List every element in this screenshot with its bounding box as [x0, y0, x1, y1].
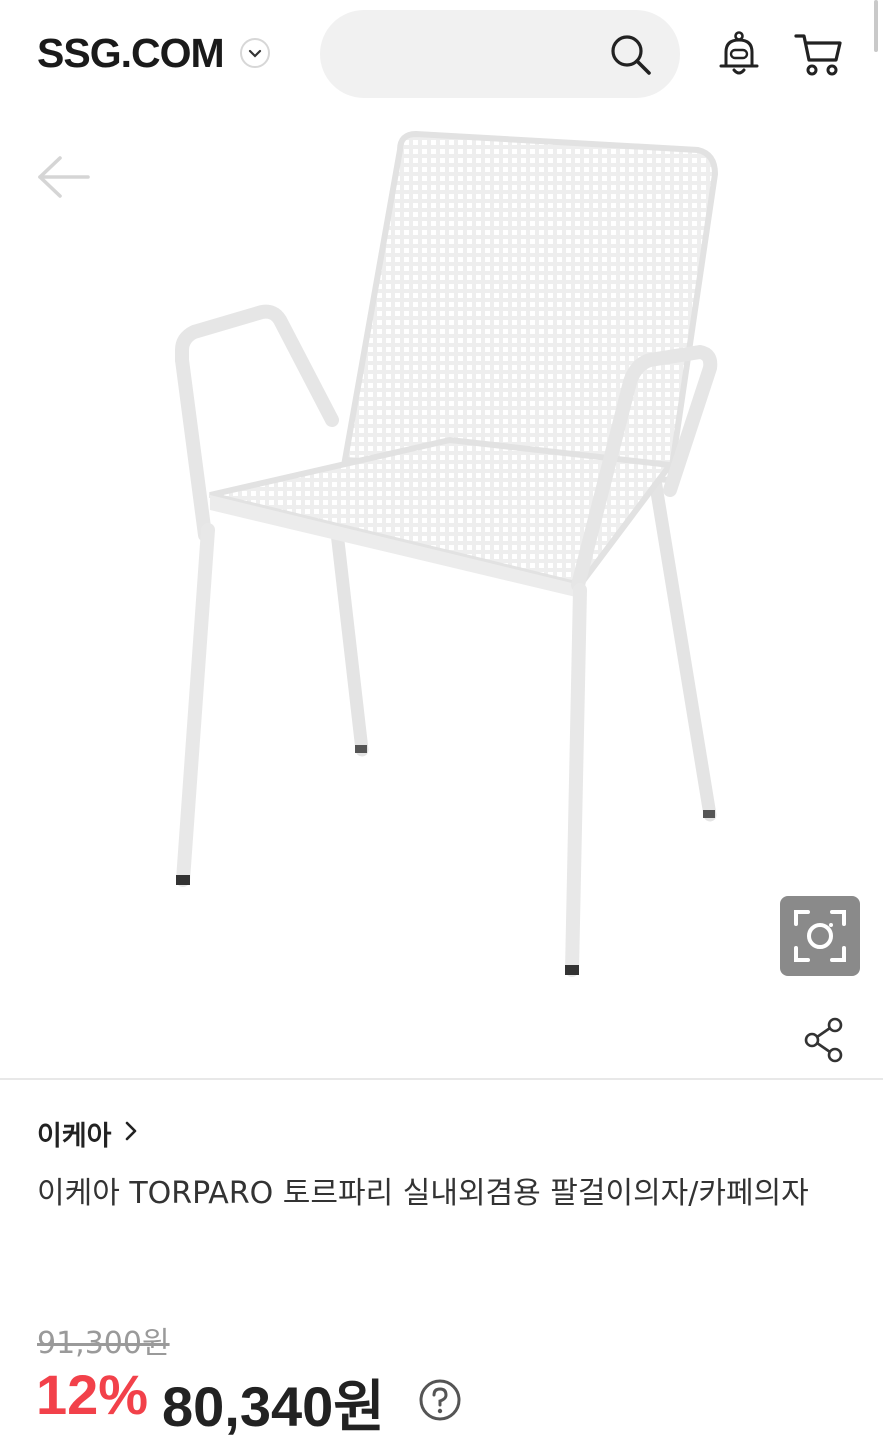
chevron-down-icon[interactable] [240, 38, 270, 68]
bell-icon[interactable] [716, 30, 762, 82]
divider [0, 1078, 883, 1080]
brand-name[interactable]: 이케아 [37, 1114, 112, 1153]
brand-link[interactable]: 이케아 [37, 1114, 138, 1153]
original-price: 91,300원 [37, 1326, 170, 1361]
search-input[interactable] [320, 10, 680, 98]
discount-rate: 12% [36, 1363, 149, 1426]
lens-search-icon [794, 910, 846, 962]
share-icon[interactable] [803, 1016, 847, 1068]
cart-icon[interactable] [794, 30, 844, 82]
ssg-logo[interactable]: SSG.COM [37, 30, 225, 77]
sale-price: 80,340원 [162, 1375, 385, 1438]
scrollbar[interactable] [874, 0, 878, 52]
chevron-right-icon [124, 1118, 138, 1149]
help-icon[interactable] [418, 1378, 462, 1426]
lens-search-button[interactable] [780, 896, 860, 976]
product-image [150, 120, 740, 994]
back-arrow-icon[interactable] [34, 152, 92, 206]
top-header: SSG.COM [0, 0, 883, 110]
search-icon[interactable] [608, 32, 654, 82]
product-title: 이케아 TORPARO 토르파리 실내외겸용 팔걸이의자/카페의자 [37, 1176, 809, 1211]
